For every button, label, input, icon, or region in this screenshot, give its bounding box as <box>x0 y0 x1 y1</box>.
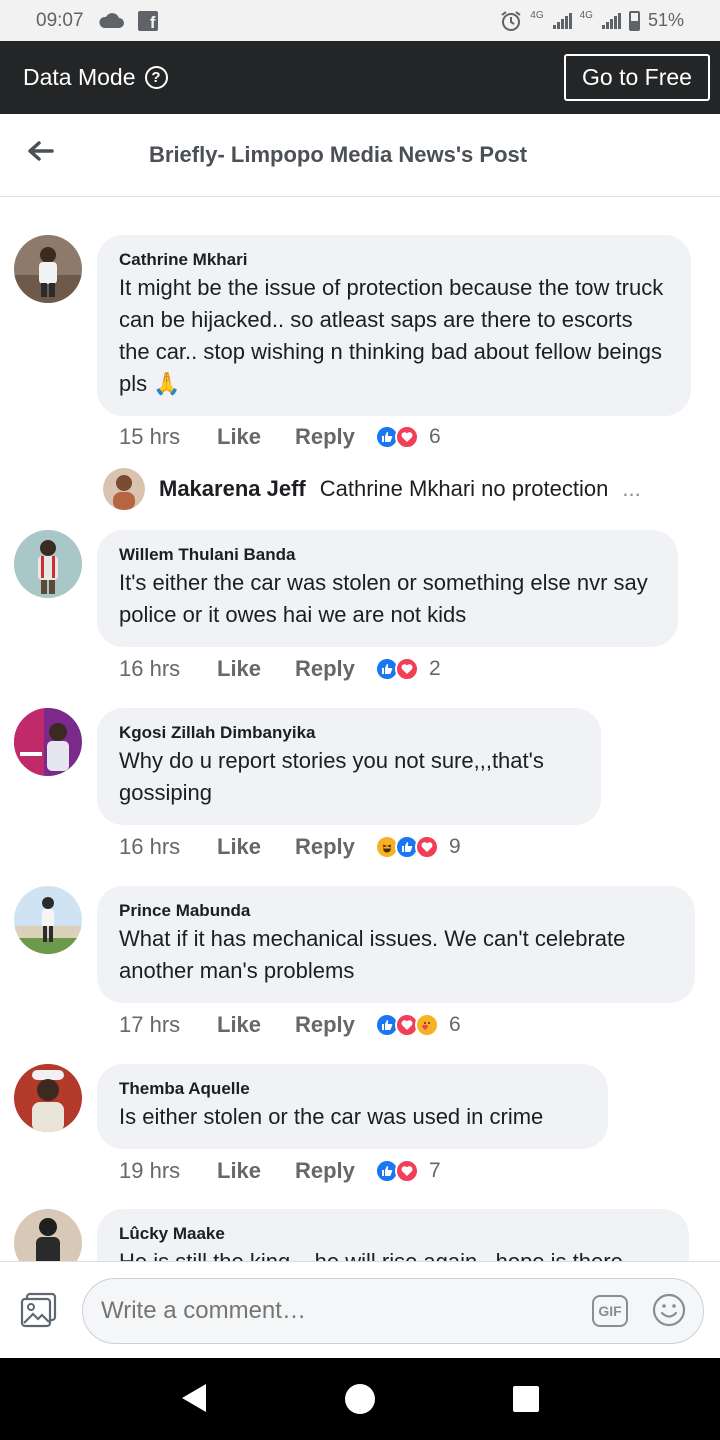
comments-list[interactable]: Cathrine Mkhari It might be the issue of… <box>0 197 720 1261</box>
reply-button[interactable]: Reply <box>295 424 375 450</box>
page-title: Briefly- Limpopo Media News's Post <box>149 142 528 167</box>
comment-bubble[interactable]: Themba Aquelle Is either stolen or the c… <box>97 1064 608 1149</box>
comment-time[interactable]: 16 hrs <box>119 656 217 682</box>
comment-meta: 16 hrs Like Reply 9 <box>119 834 461 860</box>
back-arrow-icon[interactable] <box>24 136 56 168</box>
comment-text: Is either stolen or the car was used in … <box>119 1104 544 1129</box>
love-reaction-icon <box>395 1159 419 1183</box>
network-type-2: 4G <box>579 9 593 21</box>
facebook-notification-icon: f <box>137 10 158 31</box>
comment-text: Why do u report stories you not sure,,,t… <box>119 748 544 805</box>
comment-text: He is still the king... he will rise aga… <box>119 1246 667 1261</box>
reply-author-name[interactable]: Makarena Jeff <box>159 476 306 502</box>
reply-preview[interactable]: Makarena Jeff Cathrine Mkhari no protect… <box>103 468 641 510</box>
reaction-count[interactable]: 2 <box>429 657 441 681</box>
avatar[interactable] <box>14 235 82 303</box>
cloud-icon <box>98 12 124 28</box>
comment-meta: 17 hrs Like Reply 6 <box>119 1012 461 1038</box>
like-button[interactable]: Like <box>217 424 295 450</box>
reaction-count[interactable]: 6 <box>449 1013 461 1037</box>
battery-icon <box>628 10 640 31</box>
post-header: Briefly- Limpopo Media News's Post <box>0 114 720 197</box>
reactions-summary[interactable] <box>375 1159 419 1183</box>
comment-time[interactable]: 19 hrs <box>119 1158 217 1184</box>
like-button[interactable]: Like <box>217 1012 295 1038</box>
gif-icon[interactable]: GIF <box>592 1295 628 1327</box>
care-reaction-icon <box>415 1013 439 1037</box>
reactions-summary[interactable] <box>375 835 439 859</box>
like-button[interactable]: Like <box>217 656 295 682</box>
commenter-name[interactable]: Cathrine Mkhari <box>119 249 669 270</box>
like-button[interactable]: Like <box>217 834 295 860</box>
alarm-icon <box>501 10 521 31</box>
like-button[interactable]: Like <box>217 1158 295 1184</box>
commenter-name[interactable]: Willem Thulani Banda <box>119 544 656 565</box>
commenter-name[interactable]: Themba Aquelle <box>119 1078 586 1099</box>
reply-button[interactable]: Reply <box>295 1158 375 1184</box>
status-bar: 09:07 f 4G 4G 51% <box>0 0 720 41</box>
avatar[interactable] <box>14 1209 82 1261</box>
avatar[interactable] <box>14 708 82 776</box>
comment-meta: 19 hrs Like Reply 7 <box>119 1158 441 1184</box>
comment-time[interactable]: 15 hrs <box>119 424 217 450</box>
reply-text: Cathrine Mkhari no protection <box>319 476 609 501</box>
photo-icon[interactable] <box>20 1292 58 1328</box>
comment-composer: GIF <box>0 1261 720 1358</box>
avatar[interactable] <box>103 468 145 510</box>
system-nav-bar <box>0 1358 720 1440</box>
network-type-1: 4G <box>530 9 544 21</box>
avatar[interactable] <box>14 1064 82 1132</box>
commenter-name[interactable]: Kgosi Zillah Dimbanyika <box>119 722 579 743</box>
love-reaction-icon <box>395 657 419 681</box>
avatar[interactable] <box>14 530 82 598</box>
reply-button[interactable]: Reply <box>295 1012 375 1038</box>
commenter-name[interactable]: Lûcky Maake <box>119 1223 667 1244</box>
signal-1-icon <box>552 12 572 29</box>
reaction-count[interactable]: 9 <box>449 835 461 859</box>
reply-ellipsis: ... <box>622 476 641 501</box>
reply-button[interactable]: Reply <box>295 656 375 682</box>
comment-text: What if it has mechanical issues. We can… <box>119 926 626 983</box>
reactions-summary[interactable] <box>375 425 419 449</box>
comment-time[interactable]: 17 hrs <box>119 1012 217 1038</box>
reply-button[interactable]: Reply <box>295 834 375 860</box>
love-reaction-icon <box>415 835 439 859</box>
battery-level: 51% <box>647 10 684 30</box>
comment-time[interactable]: 16 hrs <box>119 834 217 860</box>
go-to-free-button[interactable]: Go to Free <box>564 54 710 101</box>
comment-bubble[interactable]: Willem Thulani Banda It's either the car… <box>97 530 678 647</box>
data-mode-title: Data Mode <box>23 64 136 90</box>
nav-recents-icon[interactable] <box>513 1386 539 1412</box>
reaction-count[interactable]: 7 <box>429 1159 441 1183</box>
emoji-icon[interactable] <box>652 1293 686 1327</box>
avatar[interactable] <box>14 886 82 954</box>
comment-meta: 15 hrs Like Reply 6 <box>119 424 441 450</box>
comment-bubble[interactable]: Cathrine Mkhari It might be the issue of… <box>97 235 691 416</box>
comment-text: It might be the issue of protection beca… <box>119 275 664 396</box>
reaction-count[interactable]: 6 <box>429 425 441 449</box>
love-reaction-icon <box>395 425 419 449</box>
comment-bubble[interactable]: Kgosi Zillah Dimbanyika Why do u report … <box>97 708 601 825</box>
comment-text: It's either the car was stolen or someth… <box>119 570 648 627</box>
reactions-summary[interactable] <box>375 657 419 681</box>
status-time: 09:07 <box>36 9 84 31</box>
comment-bubble[interactable]: Prince Mabunda What if it has mechanical… <box>97 886 695 1003</box>
nav-back-icon[interactable] <box>178 1382 208 1414</box>
commenter-name[interactable]: Prince Mabunda <box>119 900 673 921</box>
nav-home-icon[interactable] <box>345 1384 375 1414</box>
signal-2-icon <box>601 12 621 29</box>
comment-bubble[interactable]: Lûcky Maake He is still the king... he w… <box>97 1209 689 1261</box>
reactions-summary[interactable] <box>375 1013 439 1037</box>
data-mode-bar: Data Mode ? Go to Free <box>0 41 720 114</box>
comment-meta: 16 hrs Like Reply 2 <box>119 656 441 682</box>
help-icon[interactable]: ? <box>144 66 168 89</box>
